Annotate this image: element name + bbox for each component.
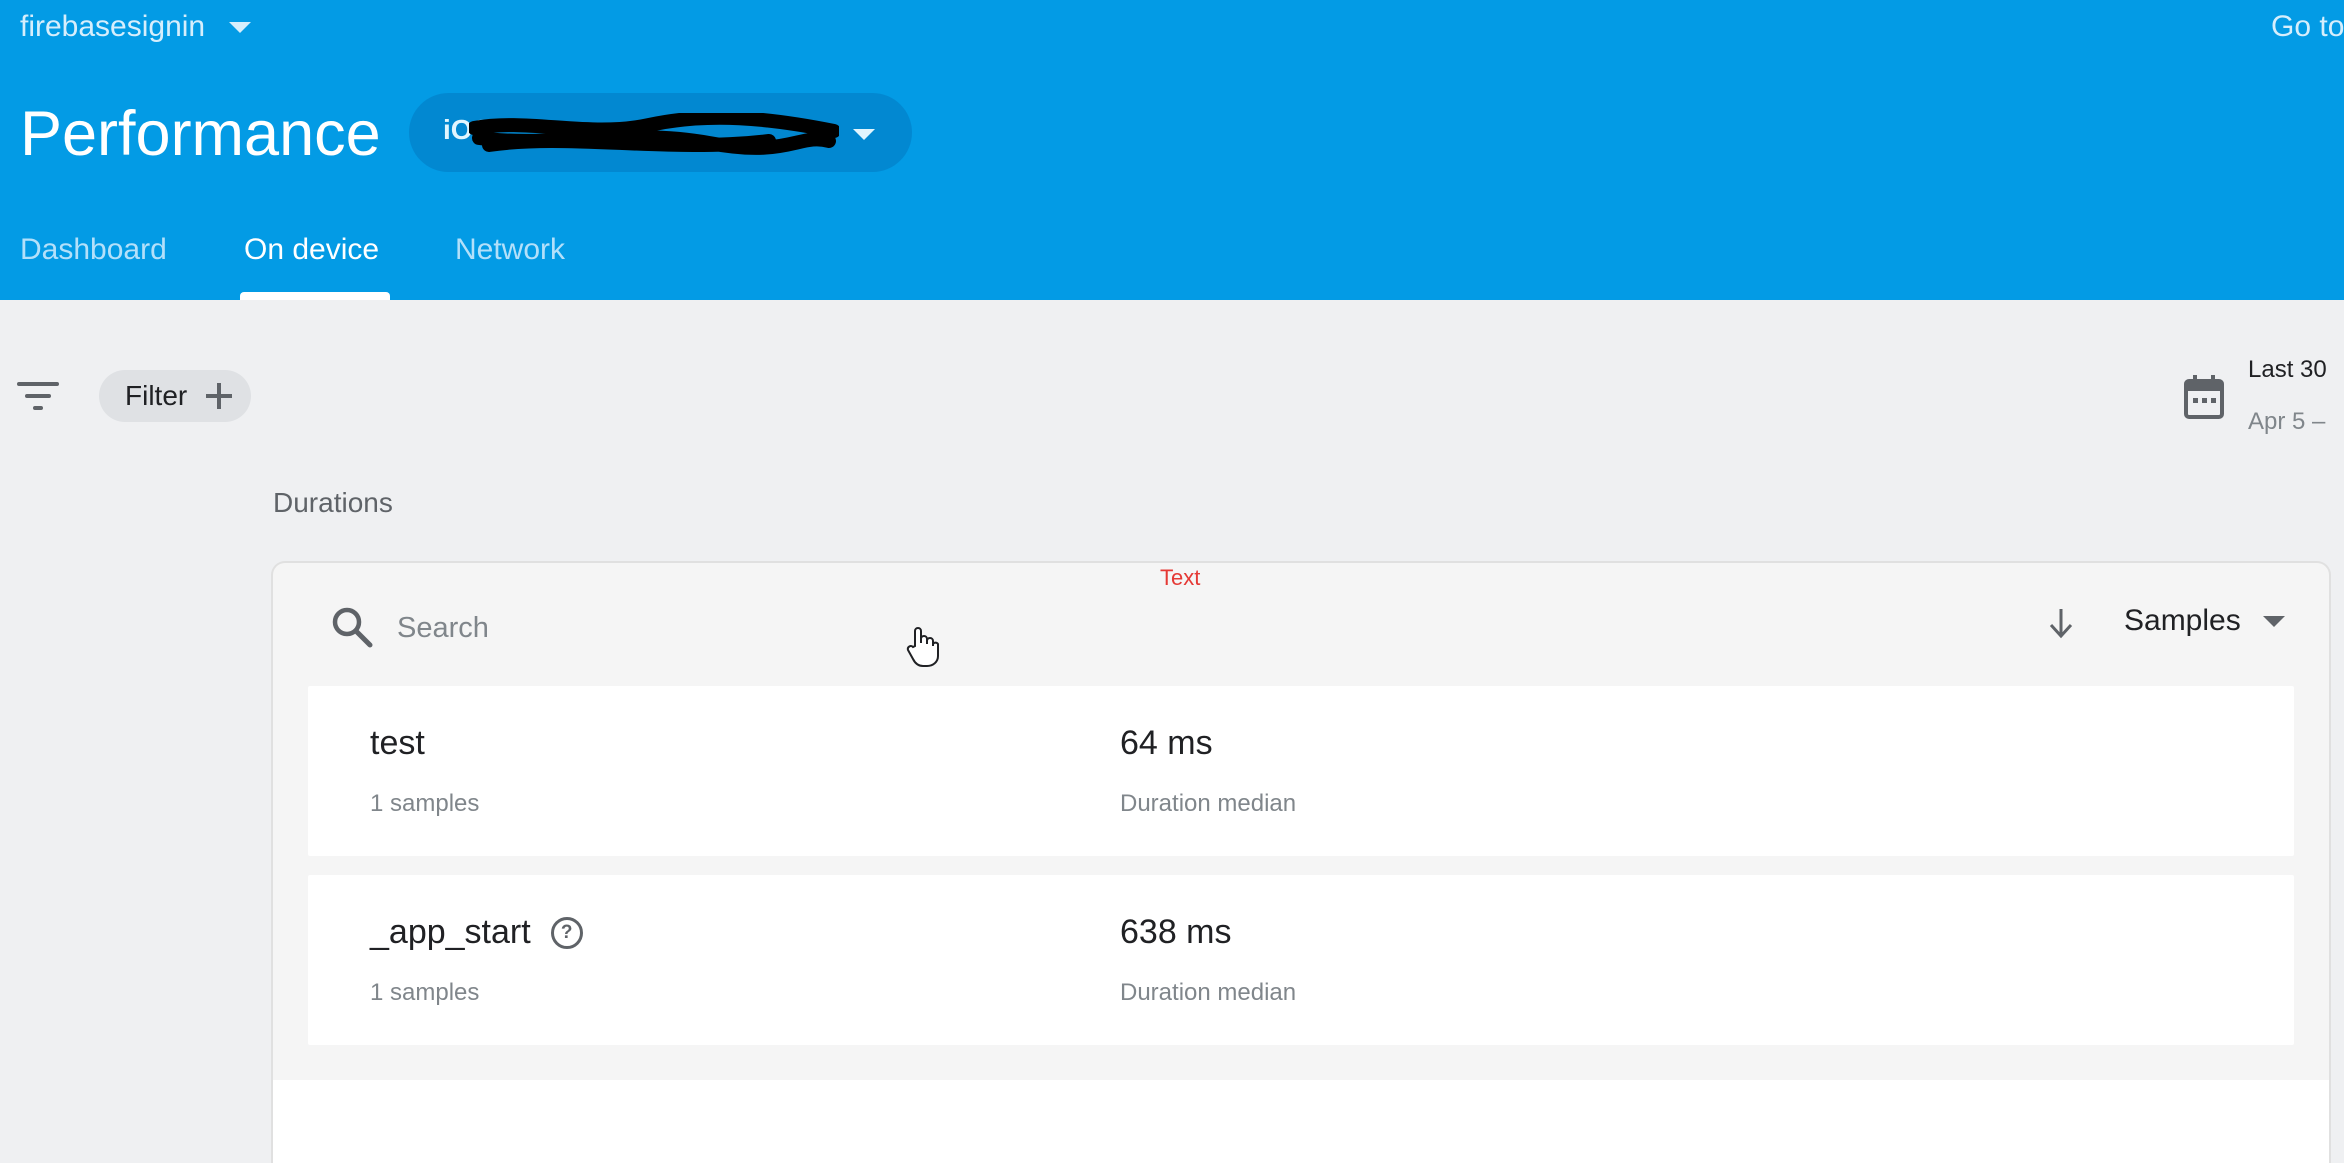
filter-label: Filter <box>125 380 188 411</box>
annotation-text: Text <box>1160 565 1201 590</box>
trace-name: test <box>370 724 425 763</box>
search-icon <box>332 607 373 648</box>
section-title: Durations <box>273 487 393 518</box>
chevron-down-icon <box>2262 615 2285 627</box>
chevron-down-icon <box>853 129 875 140</box>
list-item[interactable]: test 1 samples 64 ms Duration median <box>308 686 2294 856</box>
trace-name-text: test <box>370 724 425 762</box>
trace-metric: Duration median <box>1120 979 1297 1006</box>
chevron-down-icon <box>229 21 252 33</box>
app-selector[interactable]: iOS <box>409 93 912 172</box>
calendar-icon[interactable] <box>2184 375 2224 419</box>
trace-metric: Duration median <box>1120 790 1297 817</box>
trace-name: _app_start ? <box>370 913 583 952</box>
list-footer <box>273 1080 2329 1163</box>
project-name: firebasesignin <box>20 10 206 43</box>
date-range-label[interactable]: Last 30 <box>2248 356 2327 384</box>
sort-label: Samples <box>2124 604 2241 637</box>
redaction-scribble <box>469 113 839 155</box>
tab-dashboard[interactable]: Dashboard <box>20 233 167 267</box>
trace-name-text: _app_start <box>370 913 531 951</box>
hand-cursor-icon <box>906 627 939 667</box>
date-range-dates: Apr 5 – <box>2248 408 2326 435</box>
trace-samples: 1 samples <box>370 790 480 817</box>
active-tab-indicator <box>240 292 390 300</box>
trace-value: 638 ms <box>1120 913 1232 951</box>
filter-list-icon[interactable] <box>17 380 59 412</box>
top-header: firebasesignin Go to Performance iOS Das… <box>0 0 2344 300</box>
filter-chip[interactable]: Filter <box>99 370 251 422</box>
goto-link[interactable]: Go to <box>2271 10 2344 44</box>
tab-network[interactable]: Network <box>455 233 565 267</box>
trace-samples: 1 samples <box>370 979 480 1006</box>
page-title: Performance <box>20 99 381 169</box>
help-icon[interactable]: ? <box>550 916 583 949</box>
list-item[interactable]: _app_start ? 1 samples 638 ms Duration m… <box>308 875 2294 1045</box>
durations-card: Samples test 1 samples 64 ms Duration me… <box>273 563 2329 1163</box>
sort-dropdown[interactable]: Samples <box>2124 604 2285 638</box>
trace-value: 64 ms <box>1120 724 1213 762</box>
tab-on-device[interactable]: On device <box>244 233 379 267</box>
project-selector[interactable]: firebasesignin <box>20 10 252 44</box>
arrow-down-icon[interactable] <box>2048 607 2074 639</box>
add-icon <box>206 383 232 409</box>
